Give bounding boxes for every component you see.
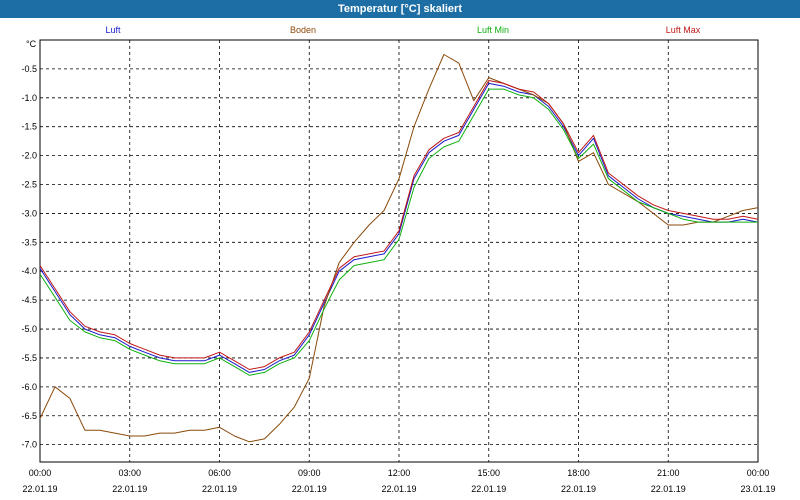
x-tick-date: 23.01.19 (740, 484, 775, 494)
y-tick-label: -4.0 (21, 266, 37, 276)
legend-entry-boden: Boden (290, 25, 316, 35)
y-tick-label: -2.0 (21, 151, 37, 161)
y-tick-label: -7.0 (21, 440, 37, 450)
x-tick-date: 22.01.19 (651, 484, 686, 494)
x-tick-time: 15:00 (477, 468, 500, 478)
x-tick-time: 06:00 (208, 468, 231, 478)
x-tick-time: 18:00 (567, 468, 590, 478)
x-tick-date: 22.01.19 (202, 484, 237, 494)
x-tick-date: 22.01.19 (471, 484, 506, 494)
legend-entry-luft-min: Luft Min (477, 25, 509, 35)
legend-entry-luft: Luft (105, 25, 121, 35)
legend-entry-luft-max: Luft Max (666, 25, 701, 35)
y-tick-label: -6.5 (21, 411, 37, 421)
y-tick-label: -5.5 (21, 353, 37, 363)
y-tick-label: -2.5 (21, 180, 37, 190)
x-axis: 00:00 22.01.19 03:00 22.01.19 06:00 22.01.19 0… (22, 468, 775, 494)
chart-window: Temperatur [°C] skaliert °C -0.5 -1.0 -1.5… (0, 0, 800, 500)
y-tick-label: -4.5 (21, 295, 37, 305)
y-tick-label: -3.0 (21, 208, 37, 218)
x-tick-date: 22.01.19 (381, 484, 416, 494)
legend: Luft Boden Luft Min Luft Max (105, 25, 700, 35)
y-tick-label: -6.0 (21, 382, 37, 392)
y-tick-label: -5.0 (21, 324, 37, 334)
x-tick-time: 12:00 (388, 468, 411, 478)
x-tick-time: 00:00 (747, 468, 770, 478)
x-tick-time: 09:00 (298, 468, 321, 478)
x-tick-date: 22.01.19 (292, 484, 327, 494)
x-tick-date: 22.01.19 (561, 484, 596, 494)
x-tick-date: 22.01.19 (22, 484, 57, 494)
x-tick-time: 21:00 (657, 468, 680, 478)
y-tick-label: -0.5 (21, 64, 37, 74)
temperature-chart: °C -0.5 -1.0 -1.5 -2.0 -2.5 -3.0 -3.5 -4.0 -4.5 -… (21, 25, 775, 494)
y-tick-label: -3.5 (21, 237, 37, 247)
x-tick-time: 00:00 (29, 468, 52, 478)
y-tick-label: -1.0 (21, 93, 37, 103)
y-tick-label: -1.5 (21, 122, 37, 132)
y-axis: °C -0.5 -1.0 -1.5 -2.0 -2.5 -3.0 -3.5 -4.0 -4.5 -… (21, 39, 37, 450)
y-axis-label: °C (26, 39, 37, 49)
x-tick-time: 03:00 (118, 468, 141, 478)
x-tick-date: 22.01.19 (112, 484, 147, 494)
